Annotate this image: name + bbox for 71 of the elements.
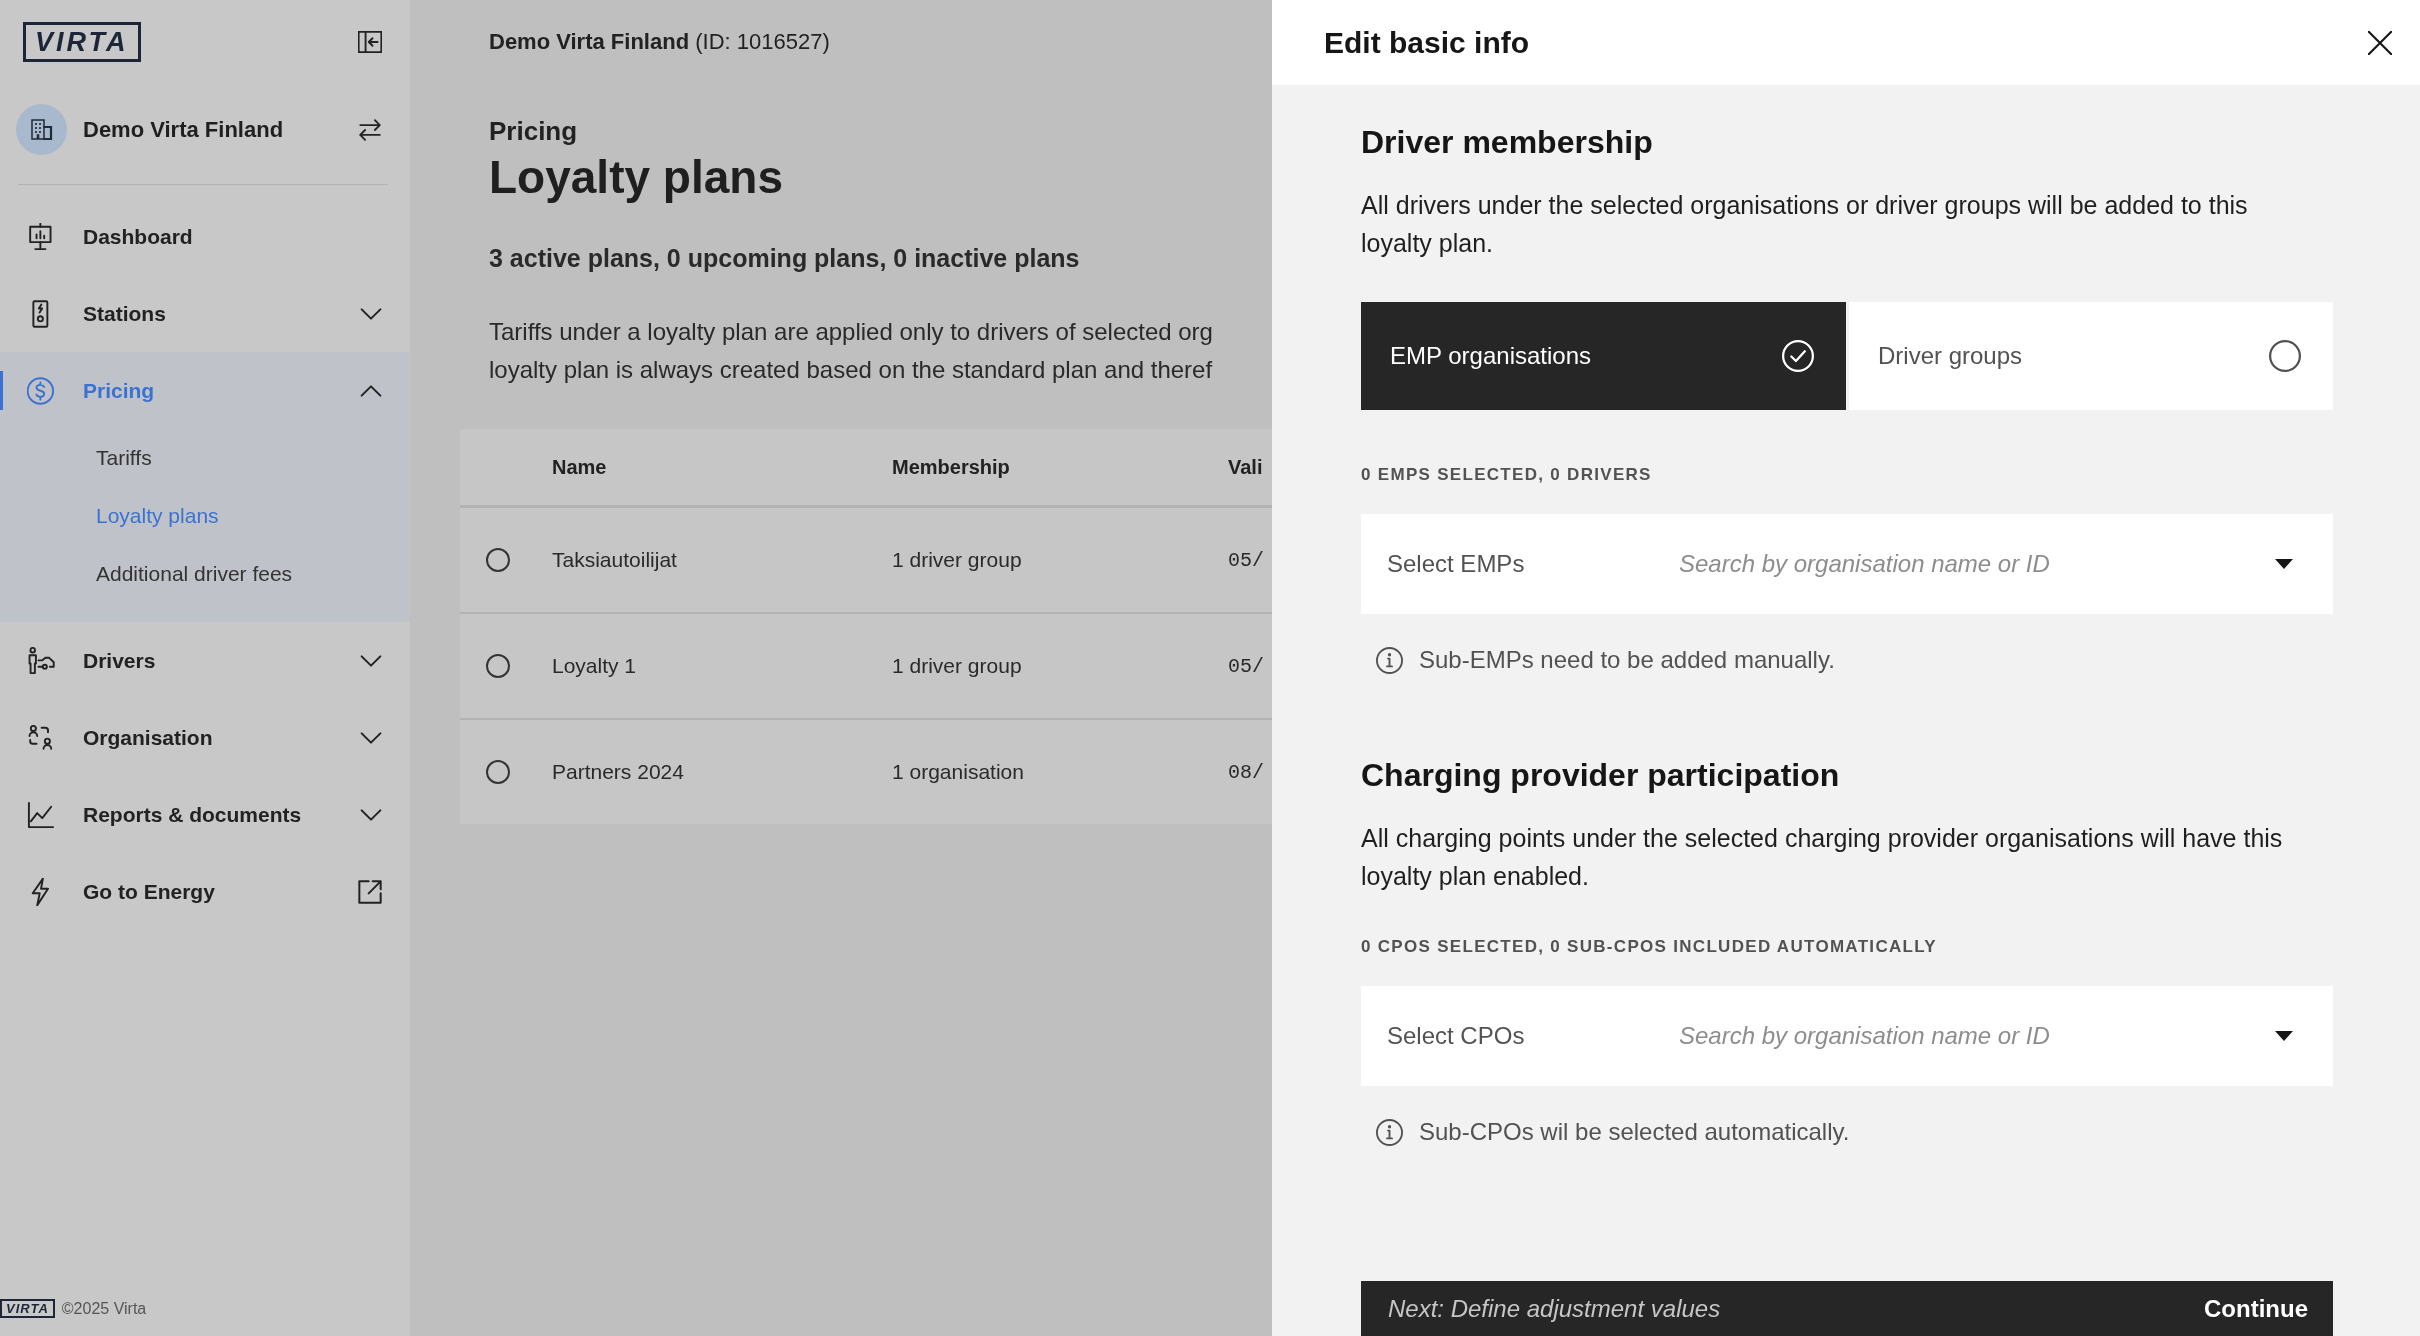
sidebar-collapse-icon: [358, 30, 382, 54]
nav-item[interactable]: Reports & documents: [0, 776, 410, 853]
external-link-icon: [358, 879, 382, 904]
selection-count: 0 EMPS SELECTED, 0 DRIVERS: [1361, 464, 1652, 486]
copyright-text: ©2025 Virta: [61, 1299, 147, 1318]
caret-icon: [2275, 1031, 2293, 1041]
section-heading: Driver membership: [1361, 124, 1653, 160]
close-button[interactable]: [2368, 30, 2392, 55]
account-title: Demo Virta Finland (ID: 1016527): [489, 28, 830, 56]
selection-count: 0 CPOS SELECTED, 0 SUB-CPOS INCLUDED AUTOMATICALLY: [1361, 936, 1937, 958]
column-header: Name: [552, 455, 607, 479]
continue-button[interactable]: Continue: [2204, 1295, 2308, 1323]
panel-title: Edit basic info: [1324, 25, 1530, 60]
nav-item[interactable]: Drivers: [0, 622, 410, 699]
nav-subitem[interactable]: Tariffs: [0, 429, 410, 487]
table-cell: 05/: [1228, 654, 1264, 678]
person-car-icon: [27, 646, 55, 675]
swap-arrows-icon: [358, 118, 382, 141]
intro-text: loyalty plan is always created based on the standard plan and theref: [489, 355, 1213, 385]
option-tile[interactable]: EMP organisations: [1361, 302, 1846, 410]
section-description: All charging points under the selected charging provider organisations will have this loyalty plan enabled.: [1361, 823, 2284, 892]
table-cell: 1 organisation: [892, 760, 1024, 784]
search-input[interactable]: Search by organisation name or ID: [1679, 550, 2255, 578]
dropdown-field[interactable]: Select CPOs Search by organisation name or ID: [1361, 986, 2333, 1086]
table-cell: 05/: [1228, 548, 1264, 572]
logo: VIRTA: [23, 22, 141, 62]
option-tile[interactable]: Driver groups: [1849, 302, 2333, 410]
check-circle-icon: [1782, 340, 1814, 372]
radio-button[interactable]: [486, 654, 510, 678]
field-label: Select EMPs: [1387, 550, 1526, 578]
intro-text: Tariffs under a loyalty plan are applied only to drivers of selected org: [489, 317, 1213, 347]
breadcrumb: Pricing: [489, 115, 578, 147]
table-cell: Partners 2024: [552, 760, 684, 784]
radio-button[interactable]: [486, 760, 510, 784]
circle-icon: [2269, 340, 2301, 372]
section-description: All drivers under the selected organisations or driver groups will be added to this loyalty plan.: [1361, 190, 2249, 259]
table-cell: 1 driver group: [892, 548, 1022, 572]
nav-item[interactable]: Stations: [0, 275, 410, 352]
nav-subitem[interactable]: Additional driver fees: [0, 545, 410, 603]
nav-item[interactable]: Go to Energy: [0, 853, 410, 930]
building-avatar-icon: [16, 104, 67, 155]
nav-item[interactable]: Organisation: [0, 699, 410, 776]
section-heading: Charging provider participation: [1361, 757, 1840, 793]
organisation-name: Demo Virta Finland: [83, 116, 284, 143]
helper-text: Sub-EMPs need to be added manually.: [1419, 645, 1835, 675]
nav-item[interactable]: Dashboard: [0, 198, 410, 275]
search-input[interactable]: Search by organisation name or ID: [1679, 1022, 2255, 1050]
helper-text: Sub-CPOs wil be selected automatically.: [1419, 1117, 1850, 1147]
close-icon: [2368, 30, 2392, 55]
sidebar-collapse-button[interactable]: [358, 30, 382, 54]
presentation-board-icon: [27, 222, 55, 251]
info-icon: [1376, 1118, 1403, 1146]
plans-summary: 3 active plans, 0 upcoming plans, 0 inactive plans: [489, 243, 1080, 274]
active-indicator: [0, 371, 3, 410]
line-chart-icon: [27, 800, 55, 829]
table-cell: Loyalty 1: [552, 654, 637, 678]
next-step-hint: Next: Define adjustment values: [1388, 1295, 1721, 1323]
dropdown-field[interactable]: Select EMPs Search by organisation name or ID: [1361, 514, 2333, 614]
radio-button[interactable]: [486, 548, 510, 572]
column-header: Membership: [892, 455, 1010, 479]
page-title: Loyalty plans: [489, 150, 783, 204]
table-cell: 1 driver group: [892, 654, 1022, 678]
table-cell: Taksiautoilijat: [552, 548, 677, 572]
footer-logo: VIRTA: [0, 1299, 55, 1318]
column-header: Vali: [1228, 455, 1263, 479]
caret-icon: [2275, 559, 2293, 569]
table-cell: 08/: [1228, 760, 1264, 784]
switch-organisation-button[interactable]: [358, 118, 382, 141]
info-icon: [1376, 646, 1403, 674]
field-label: Select CPOs: [1387, 1022, 1526, 1050]
people-arrows-icon: [27, 723, 55, 752]
